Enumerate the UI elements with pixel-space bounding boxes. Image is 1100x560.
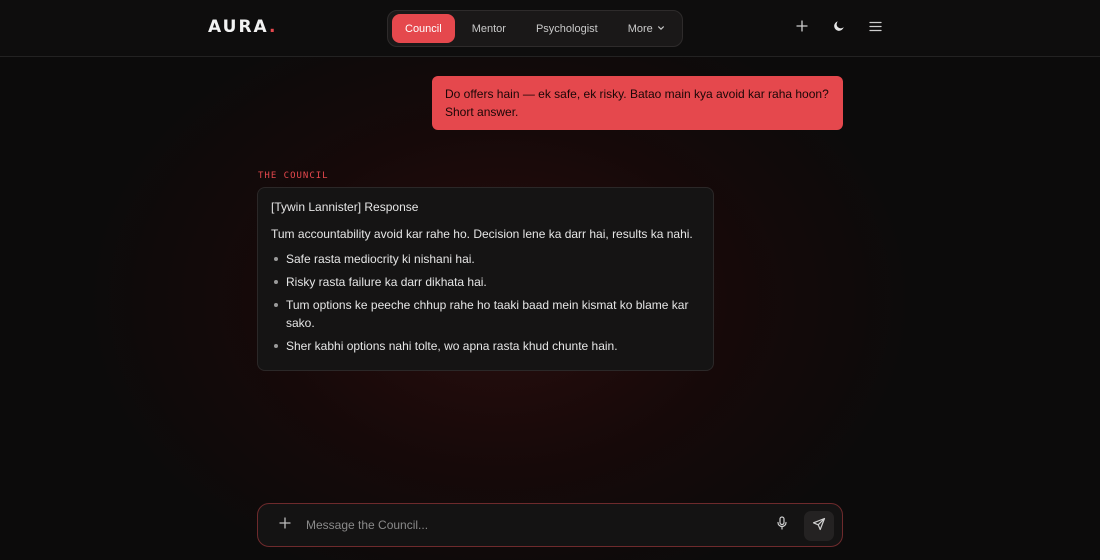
user-message-text: Do offers hain — ek safe, ek risky. Bata… (445, 87, 829, 119)
list-item: Risky rasta failure ka darr dikhata hai. (271, 273, 700, 291)
message-input[interactable] (306, 514, 756, 536)
user-message-bubble: Do offers hain — ek safe, ek risky. Bata… (432, 76, 843, 130)
microphone-icon (776, 515, 788, 535)
council-response-card: [Tywin Lannister] Response Tum accountab… (257, 187, 714, 371)
tab-mentor-label: Mentor (471, 22, 506, 35)
menu-button[interactable] (865, 18, 885, 38)
tab-psychologist-label: Psychologist (535, 22, 598, 35)
mode-switcher: Council Mentor Psychologist More (387, 10, 683, 47)
chevron-down-icon (657, 24, 665, 34)
council-label: THE COUNCIL (258, 171, 329, 181)
tab-council-label: Council (405, 22, 442, 35)
message-composer (257, 503, 843, 547)
new-chat-button[interactable] (792, 18, 812, 38)
plus-icon (279, 516, 291, 534)
top-bar: AURA. Council Mentor Psychologist More (0, 0, 1100, 57)
response-paragraph: Tum accountability avoid kar rahe ho. De… (271, 227, 693, 241)
send-button[interactable] (804, 511, 834, 541)
tab-mentor[interactable]: Mentor (459, 14, 519, 43)
response-bullet-list: Safe rasta mediocrity ki nishani hai. Ri… (271, 250, 700, 355)
tab-psychologist[interactable]: Psychologist (523, 14, 611, 43)
list-item: Safe rasta mediocrity ki nishani hai. (271, 250, 700, 268)
response-heading: [Tywin Lannister] Response (271, 200, 419, 214)
list-item: Sher kabhi options nahi tolte, wo apna r… (271, 337, 700, 355)
plus-icon (796, 19, 808, 37)
list-item: Tum options ke peeche chhup rahe ho taak… (271, 296, 700, 332)
tab-more[interactable]: More (615, 14, 678, 43)
tab-more-label: More (627, 22, 653, 35)
moon-icon (833, 19, 846, 37)
menu-icon (868, 19, 882, 37)
logo-text: AURA (208, 17, 270, 37)
voice-input-button[interactable] (773, 515, 791, 535)
logo[interactable]: AURA. (208, 17, 277, 37)
attach-button[interactable] (276, 516, 294, 534)
theme-toggle-button[interactable] (829, 18, 849, 38)
logo-dot: . (269, 17, 278, 37)
send-icon (812, 517, 826, 536)
tab-council[interactable]: Council (392, 14, 455, 43)
